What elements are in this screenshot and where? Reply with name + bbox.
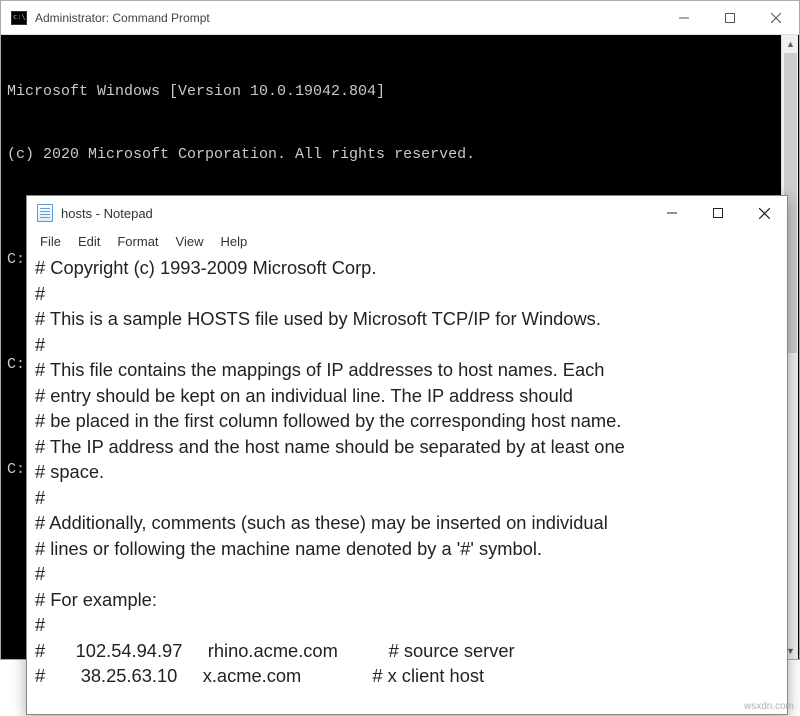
minimize-button[interactable] <box>649 196 695 230</box>
cmd-title: Administrator: Command Prompt <box>35 11 210 25</box>
close-button[interactable] <box>741 196 787 230</box>
menu-format[interactable]: Format <box>110 232 165 251</box>
notepad-textarea[interactable]: # Copyright (c) 1993-2009 Microsoft Corp… <box>27 255 787 689</box>
watermark: wsxdn.com <box>744 701 794 712</box>
cmd-window-controls <box>661 1 799 34</box>
maximize-button[interactable] <box>707 1 753 34</box>
notepad-icon <box>37 204 53 222</box>
cmd-icon <box>11 11 27 25</box>
scroll-up-icon[interactable]: ▲ <box>782 35 799 52</box>
notepad-window: hosts - Notepad File Edit Format View He… <box>26 195 788 715</box>
cmd-titlebar[interactable]: Administrator: Command Prompt <box>1 1 799 35</box>
menu-view[interactable]: View <box>169 232 211 251</box>
minimize-button[interactable] <box>661 1 707 34</box>
menu-edit[interactable]: Edit <box>71 232 107 251</box>
maximize-button[interactable] <box>695 196 741 230</box>
menu-help[interactable]: Help <box>213 232 254 251</box>
cmd-line: (c) 2020 Microsoft Corporation. All righ… <box>7 144 793 165</box>
notepad-titlebar[interactable]: hosts - Notepad <box>27 196 787 230</box>
notepad-menubar: File Edit Format View Help <box>27 230 787 255</box>
cmd-line: Microsoft Windows [Version 10.0.19042.80… <box>7 81 793 102</box>
menu-file[interactable]: File <box>33 232 68 251</box>
close-button[interactable] <box>753 1 799 34</box>
notepad-window-controls <box>649 196 787 230</box>
notepad-title: hosts - Notepad <box>61 206 153 221</box>
